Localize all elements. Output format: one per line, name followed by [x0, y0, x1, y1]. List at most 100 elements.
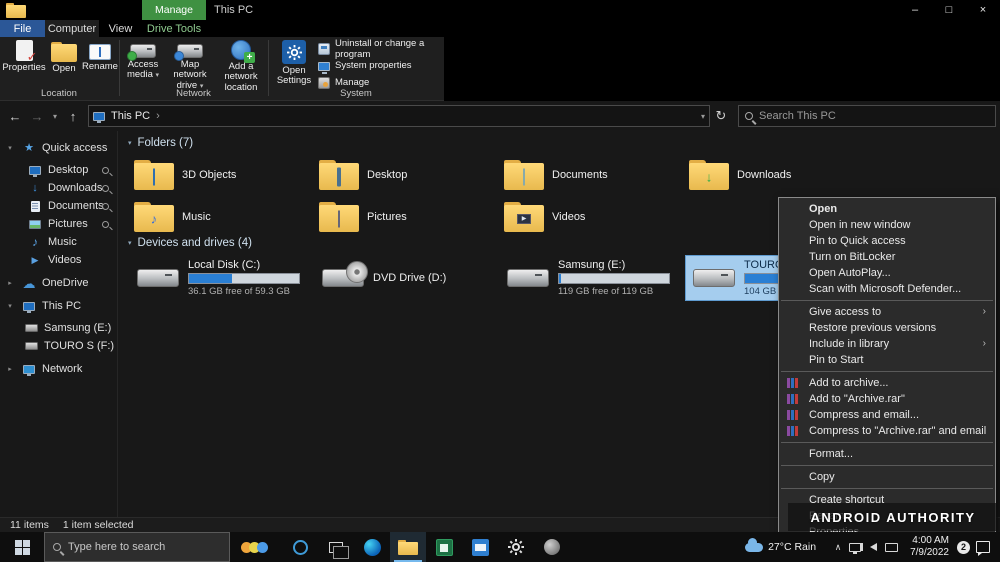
- sidebar-item-samsung-e[interactable]: Samsung (E:): [0, 319, 117, 337]
- minimize-button[interactable]: –: [898, 0, 932, 20]
- chevron-right-icon[interactable]: ▸: [4, 279, 16, 287]
- winrar-icon: [787, 394, 798, 404]
- menu-item-copy[interactable]: Copy: [779, 469, 995, 485]
- menu-item-give-access-to[interactable]: Give access to ›: [779, 304, 995, 320]
- folder-tile[interactable]: ▶ Videos: [500, 198, 680, 236]
- chevron-right-icon[interactable]: ▸: [4, 365, 16, 373]
- properties-button[interactable]: ✓ Properties: [2, 40, 46, 73]
- folder-tile[interactable]: ♪ Music: [130, 198, 310, 236]
- cortana-button[interactable]: [282, 532, 318, 562]
- menu-item-format[interactable]: Format...: [779, 446, 995, 462]
- notification-badge: 2: [957, 540, 970, 554]
- taskbar-search-input[interactable]: [68, 541, 221, 553]
- breadcrumb-root[interactable]: This PC: [111, 110, 150, 122]
- settings-button[interactable]: [498, 532, 534, 562]
- open-button[interactable]: Open: [48, 40, 80, 74]
- address-breadcrumb[interactable]: This PC › ▾: [88, 105, 710, 127]
- back-button[interactable]: ←: [4, 105, 26, 127]
- drive-tile-samsung-e[interactable]: Samsung (E:) 119 GB free of 119 GB: [500, 255, 682, 301]
- menu-item-include-in-library[interactable]: Include in library ›: [779, 336, 995, 352]
- explorer-search-box[interactable]: [738, 105, 996, 127]
- menu-separator: [781, 465, 993, 466]
- menu-item-add-to-archive-rar[interactable]: Add to "Archive.rar": [779, 391, 995, 407]
- access-media-button[interactable]: Access media ▾: [124, 40, 162, 81]
- file-explorer-button[interactable]: [390, 532, 426, 562]
- documents-icon: [30, 200, 40, 212]
- refresh-button[interactable]: ↻: [710, 105, 732, 127]
- menu-item-open[interactable]: Open: [779, 201, 995, 217]
- address-dropdown-icon[interactable]: ▾: [701, 112, 705, 121]
- folders-section-header[interactable]: ▾ Folders (7): [128, 137, 193, 149]
- forward-button[interactable]: →: [26, 105, 48, 127]
- sidebar-item-downloads[interactable]: ↓ Downloads: [0, 179, 117, 197]
- uninstall-program-button[interactable]: Uninstall or change a program: [318, 38, 442, 60]
- folder-tile[interactable]: 3D Objects: [130, 156, 310, 194]
- close-button[interactable]: ×: [966, 0, 1000, 20]
- drive-tile-dvd-d[interactable]: DVD Drive (D:): [315, 255, 497, 301]
- sidebar-item-this-pc[interactable]: ▾ This PC: [0, 297, 117, 315]
- start-button[interactable]: [0, 532, 44, 562]
- clock[interactable]: 4:00 AM 7/9/2022: [910, 535, 949, 560]
- menu-item-restore-previous-versions[interactable]: Restore previous versions: [779, 320, 995, 336]
- items-count: 11 items: [10, 519, 49, 531]
- sidebar-item-documents[interactable]: Documents: [0, 197, 117, 215]
- sidebar-item-network[interactable]: ▸ Network: [0, 360, 117, 378]
- gray-app-button[interactable]: [534, 532, 570, 562]
- menu-item-open-autoplay[interactable]: Open AutoPlay...: [779, 265, 995, 281]
- volume-button[interactable]: [859, 532, 882, 562]
- collapse-icon[interactable]: ▾: [128, 239, 132, 247]
- hidden-icons-button[interactable]: ∧: [830, 542, 846, 553]
- folder-tile[interactable]: Desktop: [315, 156, 495, 194]
- devices-section-header[interactable]: ▾ Devices and drives (4): [128, 237, 252, 249]
- drive-icon: [24, 324, 38, 332]
- folder-tile[interactable]: ↓ Downloads: [685, 156, 865, 194]
- tab-computer[interactable]: Computer: [45, 20, 99, 37]
- keyboard-button[interactable]: [882, 532, 900, 562]
- taskbar-search-box[interactable]: [44, 532, 230, 562]
- folder-tile[interactable]: Documents: [500, 156, 680, 194]
- sidebar-item-desktop[interactable]: Desktop: [0, 161, 117, 179]
- add-network-location-button[interactable]: + Add a network location: [216, 40, 266, 93]
- breadcrumb-chevron-icon[interactable]: ›: [156, 110, 160, 122]
- people-button[interactable]: [230, 532, 282, 562]
- menu-item-add-to-archive[interactable]: Add to archive...: [779, 375, 995, 391]
- recent-locations-button[interactable]: ▾: [48, 105, 62, 127]
- green-app-button[interactable]: [426, 532, 462, 562]
- up-button[interactable]: ↑: [62, 105, 84, 127]
- menu-item-open-new-window[interactable]: Open in new window: [779, 217, 995, 233]
- tab-file[interactable]: File: [0, 20, 45, 37]
- sidebar-item-onedrive[interactable]: ▸ ☁ OneDrive: [0, 274, 117, 292]
- sidebar-item-touro-s-f[interactable]: TOURO S (F:): [0, 337, 117, 355]
- sidebar-item-music[interactable]: ♪ Music: [0, 233, 117, 251]
- menu-item-pin-to-start[interactable]: Pin to Start: [779, 352, 995, 368]
- search-input[interactable]: [759, 110, 989, 122]
- desktop-icon: [29, 165, 41, 177]
- open-settings-button[interactable]: Open Settings: [273, 40, 315, 87]
- menu-item-pin-quick-access[interactable]: Pin to Quick access: [779, 233, 995, 249]
- tab-view[interactable]: View: [99, 20, 142, 37]
- edge-button[interactable]: [354, 532, 390, 562]
- action-center-icon[interactable]: [976, 541, 990, 553]
- menu-item-scan-defender[interactable]: Scan with Microsoft Defender...: [779, 281, 995, 297]
- drive-tile-local-disk-c[interactable]: Local Disk (C:) 36.1 GB free of 59.3 GB: [130, 255, 312, 301]
- sidebar-item-videos[interactable]: ▶ Videos: [0, 251, 117, 269]
- menu-item-compress-and-email[interactable]: Compress and email...: [779, 407, 995, 423]
- map-network-drive-button[interactable]: Map network drive ▾: [166, 40, 214, 91]
- weather-text[interactable]: 27°C Rain: [768, 541, 816, 553]
- system-properties-button[interactable]: System properties: [318, 58, 442, 74]
- location-group-label: Location: [41, 88, 77, 99]
- task-view-button[interactable]: [318, 532, 354, 562]
- mail-button[interactable]: [462, 532, 498, 562]
- maximize-button[interactable]: □: [932, 0, 966, 20]
- rename-button[interactable]: Rename: [82, 40, 118, 72]
- tab-drive-tools[interactable]: Drive Tools: [142, 20, 206, 37]
- sidebar-item-pictures[interactable]: Pictures: [0, 215, 117, 233]
- menu-item-compress-to-archive-and-email[interactable]: Compress to "Archive.rar" and email: [779, 423, 995, 439]
- folder-tile[interactable]: Pictures: [315, 198, 495, 236]
- menu-item-turn-on-bitlocker[interactable]: Turn on BitLocker: [779, 249, 995, 265]
- collapse-icon[interactable]: ▾: [128, 139, 132, 147]
- access-media-icon: [127, 44, 156, 61]
- chevron-down-icon[interactable]: ▾: [4, 144, 16, 152]
- chevron-down-icon[interactable]: ▾: [4, 302, 16, 310]
- sidebar-item-quick-access[interactable]: ▾ ★ Quick access: [0, 139, 117, 157]
